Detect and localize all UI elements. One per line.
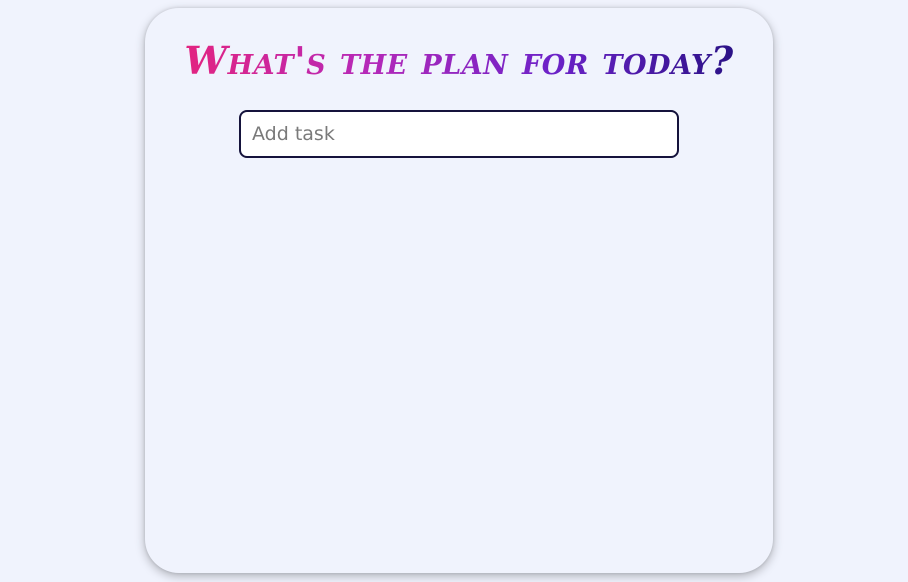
task-list <box>239 174 679 544</box>
add-task-input[interactable] <box>239 110 679 158</box>
page-title: What's the plan for today? <box>145 38 773 84</box>
todo-card: What's the plan for today? <box>145 8 773 573</box>
